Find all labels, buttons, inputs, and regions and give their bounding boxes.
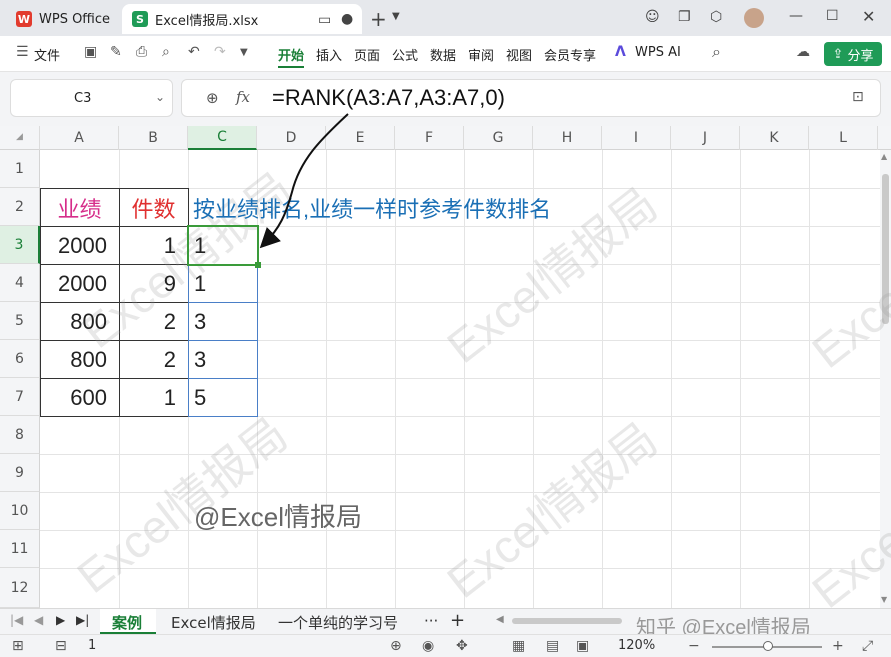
macro-icon[interactable]: ⊞ [12,638,24,654]
cross-icon[interactable]: ✥ [456,638,468,654]
more-sheets[interactable]: ··· [424,612,438,630]
eye-icon[interactable]: ◉ [422,638,434,654]
status-count: 1 [88,638,97,653]
protect-icon[interactable]: ⊕ [390,638,402,654]
last-sheet-icon[interactable]: ▶| [76,613,89,627]
zoom-out-icon[interactable]: − [688,638,700,654]
annotation-arrow [259,113,349,249]
normal-view-icon[interactable]: ▦ [512,638,525,654]
first-sheet-icon[interactable]: |◀ [10,613,23,627]
calc-icon[interactable]: ⊟ [55,638,67,654]
page-break-icon[interactable]: ▣ [576,638,589,654]
zoom-slider-thumb[interactable] [763,641,773,651]
sheet-tab-bar: |◀ ◀ ▶ ▶| 案例 Excel情报局 一个单纯的学习号 ··· + ◀ 知… [0,608,891,639]
sheet-tab-study[interactable]: 一个单纯的学习号 [278,612,398,633]
status-bar: ⊞ ⊟ 1 ⊕ ◉ ✥ ▦ ▤ ▣ 120% − + ⤢ [0,634,891,657]
next-sheet-icon[interactable]: ▶ [56,613,65,627]
fullscreen-icon[interactable]: ⤢ [862,638,873,654]
add-sheet-icon[interactable]: + [450,610,465,631]
hscroll-left-icon[interactable]: ◀ [496,614,504,625]
prev-sheet-icon[interactable]: ◀ [34,613,43,627]
page-layout-icon[interactable]: ▤ [546,638,559,654]
zoom-in-icon[interactable]: + [832,638,844,654]
horizontal-scrollbar-thumb[interactable] [512,618,622,624]
sheet-tab-excel[interactable]: Excel情报局 [171,612,256,633]
sheet-tab-active[interactable]: 案例 [100,609,156,634]
sheet-tab-active-label: 案例 [112,614,143,632]
zoom-level[interactable]: 120% [618,638,655,653]
